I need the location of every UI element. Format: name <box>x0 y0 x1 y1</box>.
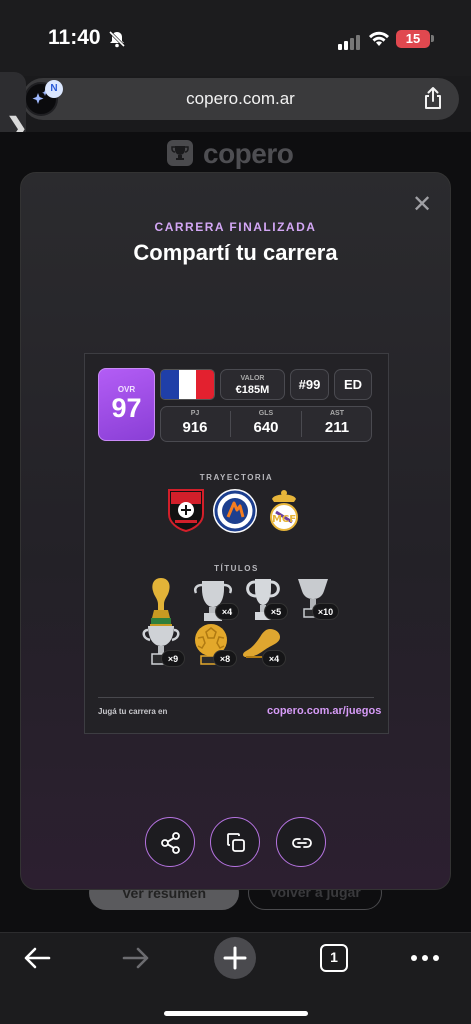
montpellier-crest-icon <box>212 488 258 534</box>
title-count: ×4 <box>262 650 286 667</box>
battery-nub <box>431 35 434 42</box>
title-count: ×9 <box>161 650 185 667</box>
back-arrow-icon[interactable] <box>22 944 52 977</box>
stat-value-gls: 640 <box>253 419 279 436</box>
title-count: ×8 <box>213 650 237 667</box>
bell-muted-icon <box>108 30 126 48</box>
real-madrid-crest-icon: MCF <box>266 487 302 533</box>
card-footer-link[interactable]: copero.com.ar/juegos <box>267 705 381 717</box>
cellular-signal-icon <box>338 32 362 50</box>
address-bar[interactable]: copero.com.ar <box>22 78 459 120</box>
modal-title: Compartí tu carrera <box>133 240 338 265</box>
close-icon[interactable]: ✕ <box>412 190 432 219</box>
forward-arrow-icon <box>121 944 151 977</box>
extension-badge: N <box>45 80 63 98</box>
home-indicator <box>164 1011 308 1016</box>
france-flag-icon <box>160 369 215 400</box>
stat-value-pj: 916 <box>182 419 208 436</box>
copy-button[interactable] <box>210 817 260 867</box>
world-cup-trophy-icon <box>140 576 182 628</box>
wifi-icon <box>368 30 390 52</box>
card-divider <box>98 697 374 698</box>
position-value: ED <box>343 377 363 392</box>
stat-label-gls: GLS <box>258 410 274 417</box>
titulos-label: TÍTULOS <box>214 564 259 573</box>
stat-value-ast: 211 <box>324 419 350 436</box>
stat-label-pj: PJ <box>190 410 200 417</box>
share-icon[interactable] <box>422 86 444 115</box>
stat-label-ast: AST <box>330 410 344 417</box>
valor-label: VALOR <box>240 375 265 382</box>
shirt-number: #99 <box>298 377 321 392</box>
modal-eyebrow: CARRERA FINALIZADA <box>154 220 317 234</box>
trophy-logo-icon <box>167 140 193 166</box>
battery-level: 15 <box>396 30 430 48</box>
title-count: ×4 <box>215 603 239 620</box>
url-text[interactable]: copero.com.ar <box>22 78 459 120</box>
card-footer-text: Jugá tu carrera en <box>98 707 168 716</box>
brand-name: copero <box>203 138 294 169</box>
title-count: ×10 <box>312 603 339 620</box>
copy-link-button[interactable] <box>276 817 326 867</box>
copy-icon <box>227 833 245 852</box>
trayectoria-label: TRAYECTORIA <box>199 473 274 482</box>
new-tab-button[interactable] <box>214 937 256 979</box>
tab-count[interactable]: 1 <box>320 944 348 972</box>
title-count: ×5 <box>264 603 288 620</box>
link-icon <box>292 838 312 848</box>
share-button[interactable] <box>145 817 195 867</box>
svg-text:MCF: MCF <box>272 514 296 525</box>
status-time: 11:40 <box>48 26 101 49</box>
plus-icon <box>223 946 247 970</box>
ovr-value: 97 <box>111 393 142 423</box>
stade-rennais-crest-icon <box>167 488 205 533</box>
valor-value: €185M <box>235 384 270 396</box>
share-icon <box>161 832 180 854</box>
more-menu-icon[interactable] <box>410 950 440 971</box>
